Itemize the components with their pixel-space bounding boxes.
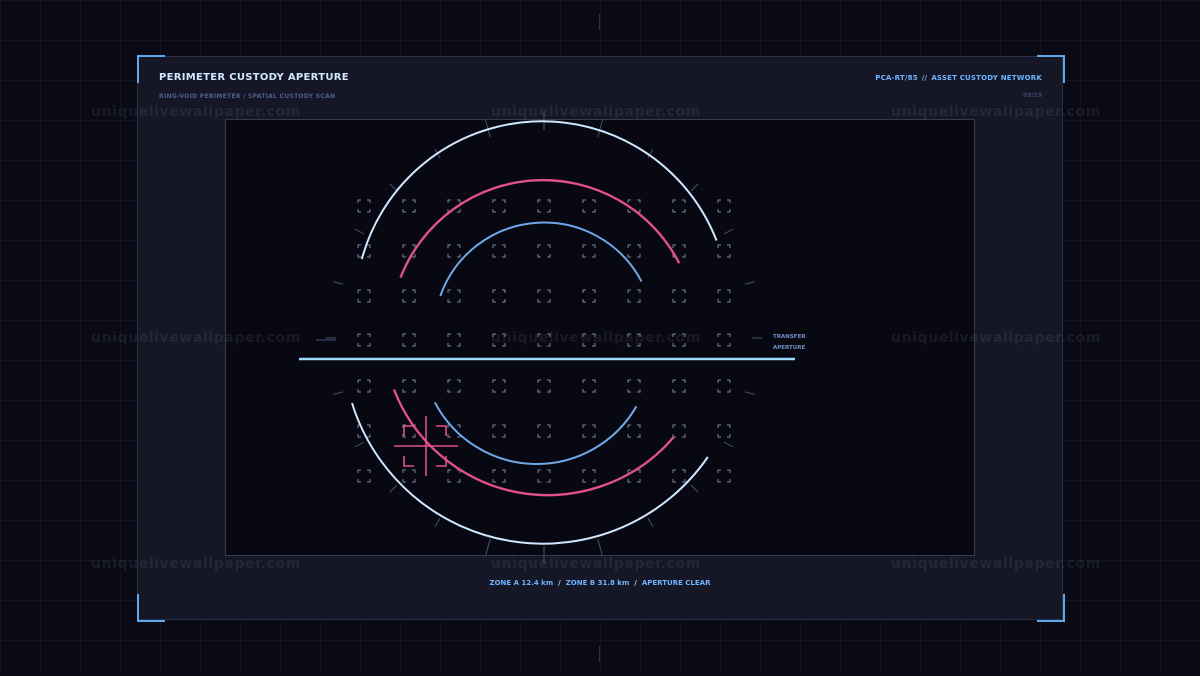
bracket-marker-icon xyxy=(447,333,461,347)
ring-tick-mark xyxy=(389,183,398,192)
ring-tick-mark xyxy=(389,484,398,493)
bracket-marker-icon xyxy=(582,424,596,438)
transfer-label: TRANSFER xyxy=(773,334,806,340)
inner-ring-lower-arc xyxy=(433,401,638,465)
ring-tick-mark xyxy=(597,119,603,138)
zone-a-distance: ZONE A 12.4 km xyxy=(489,579,554,587)
ring-tick-mark xyxy=(333,281,344,285)
watermark-text: uniquelivewallpaper.com xyxy=(491,104,701,120)
bracket-marker-icon xyxy=(537,199,551,213)
ring-tick-mark xyxy=(690,183,699,192)
bracket-marker-icon xyxy=(717,469,731,483)
watermark-text: uniquelivewallpaper.com xyxy=(891,104,1101,120)
bracket-marker-icon xyxy=(582,199,596,213)
ring-tick-mark xyxy=(485,538,491,557)
bracket-marker-icon xyxy=(357,289,371,303)
bracket-marker-icon xyxy=(672,469,686,483)
watermark-text: uniquelivewallpaper.com xyxy=(891,330,1101,346)
ring-tick-mark xyxy=(354,441,365,448)
bracket-marker-icon xyxy=(537,289,551,303)
watermark-text: uniquelivewallpaper.com xyxy=(91,330,301,346)
bracket-marker-icon xyxy=(672,379,686,393)
bracket-marker-icon xyxy=(537,244,551,258)
bracket-marker-icon xyxy=(492,289,506,303)
bracket-marker-icon xyxy=(447,289,461,303)
bracket-marker-icon xyxy=(582,289,596,303)
ring-tick-mark xyxy=(354,228,365,235)
bracket-marker-icon xyxy=(357,379,371,393)
bracket-marker-icon xyxy=(582,379,596,393)
ring-tick-mark xyxy=(744,391,755,395)
bracket-marker-icon xyxy=(402,289,416,303)
aperture-label: APERTURE xyxy=(773,345,805,351)
watermark-text: uniquelivewallpaper.com xyxy=(91,556,301,572)
watermark-text: uniquelivewallpaper.com xyxy=(491,556,701,572)
ring-tick-mark xyxy=(690,484,699,493)
bracket-marker-icon xyxy=(492,469,506,483)
ring-tick-mark xyxy=(723,228,734,235)
watermark-text: uniquelivewallpaper.com xyxy=(891,556,1101,572)
footer-separator-2: / xyxy=(634,579,637,587)
bracket-marker-icon xyxy=(402,199,416,213)
ring-tick-mark xyxy=(597,538,603,557)
zone-status-line: ZONE A 12.4 km / ZONE B 31.8 km / APERTURE C… xyxy=(0,579,1200,587)
bracket-marker-icon xyxy=(672,289,686,303)
bracket-marker-icon xyxy=(627,379,641,393)
bracket-marker-icon xyxy=(402,379,416,393)
bracket-marker-icon xyxy=(492,424,506,438)
ring-tick-mark xyxy=(744,281,755,285)
bracket-marker-icon xyxy=(582,244,596,258)
outer-ring-lower-arc xyxy=(351,402,709,545)
ring-tick-mark xyxy=(723,441,734,448)
bracket-marker-icon xyxy=(672,424,686,438)
bracket-marker-icon xyxy=(492,379,506,393)
bracket-marker-icon xyxy=(537,424,551,438)
bracket-marker-icon xyxy=(717,244,731,258)
bracket-marker-icon xyxy=(717,199,731,213)
bracket-marker-icon xyxy=(402,333,416,347)
bracket-marker-icon xyxy=(357,469,371,483)
bracket-marker-icon xyxy=(582,469,596,483)
zone-b-distance: ZONE B 31.8 km xyxy=(565,579,630,587)
bracket-marker-icon xyxy=(447,424,461,438)
inner-ring-upper-arc xyxy=(439,221,643,297)
aperture-status: APERTURE CLEAR xyxy=(641,579,711,587)
ring-tick-mark xyxy=(333,391,344,395)
ring-tick-mark xyxy=(434,517,441,528)
bracket-marker-icon xyxy=(627,424,641,438)
bracket-marker-icon xyxy=(447,469,461,483)
watermark-text: uniquelivewallpaper.com xyxy=(491,330,701,346)
bracket-marker-icon xyxy=(492,244,506,258)
bracket-marker-icon xyxy=(357,333,371,347)
ring-tick-mark xyxy=(647,517,654,528)
bracket-marker-icon xyxy=(402,469,416,483)
bracket-marker-icon xyxy=(672,199,686,213)
bracket-marker-icon xyxy=(717,289,731,303)
bracket-marker-icon xyxy=(717,333,731,347)
bracket-marker-icon xyxy=(717,379,731,393)
bracket-marker-icon xyxy=(717,424,731,438)
watermark-text: uniquelivewallpaper.com xyxy=(91,104,301,120)
bracket-marker-icon xyxy=(357,199,371,213)
bracket-marker-icon xyxy=(447,244,461,258)
bracket-marker-icon xyxy=(537,469,551,483)
bracket-marker-icon xyxy=(492,199,506,213)
bracket-marker-icon xyxy=(627,289,641,303)
footer-separator-1: / xyxy=(558,579,561,587)
bracket-marker-icon xyxy=(537,379,551,393)
bracket-marker-icon xyxy=(447,379,461,393)
middle-ring-upper-arc xyxy=(399,178,681,279)
bracket-marker-icon xyxy=(627,244,641,258)
